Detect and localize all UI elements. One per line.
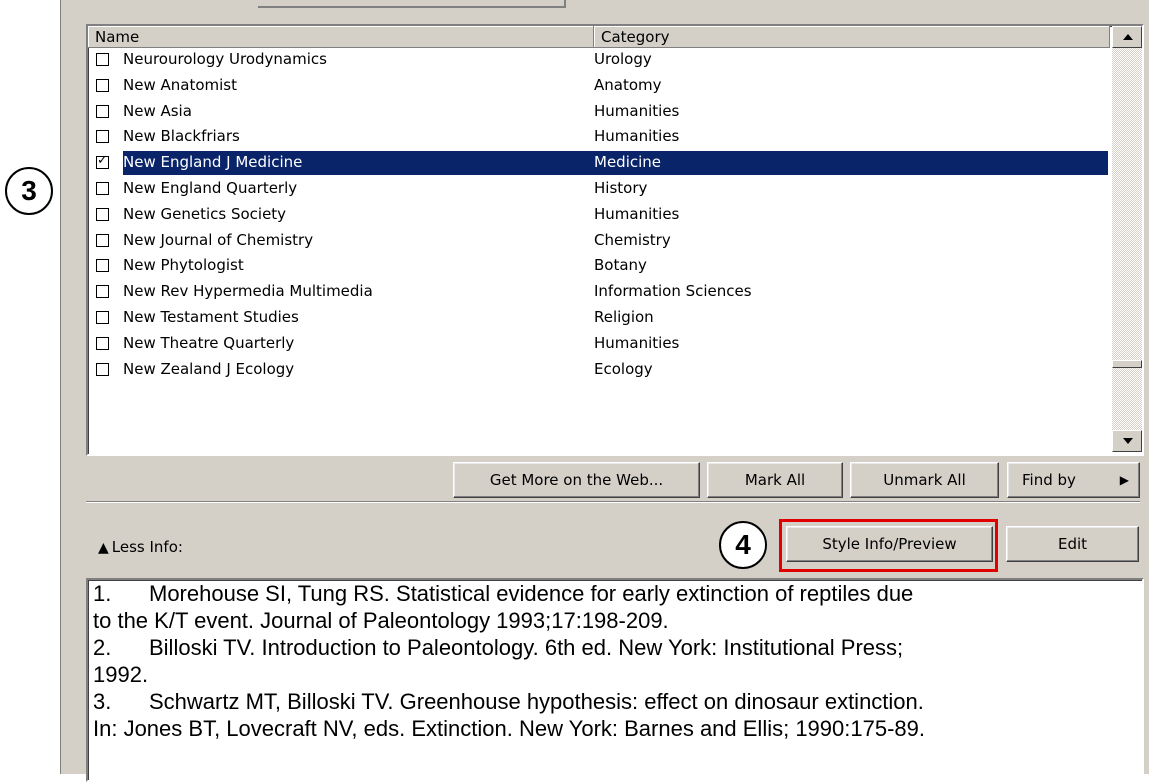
list-item-name: New Theatre Quarterly xyxy=(123,333,295,352)
reference-line: to the K/T event. Journal of Paleontolog… xyxy=(88,607,1142,634)
list-item-category: Humanities xyxy=(594,333,680,352)
list-item-name: New Zealand J Ecology xyxy=(123,359,295,378)
list-rows: Neurourology Urodynamics Urology New Anato… xyxy=(88,48,1110,383)
list-item-name: New Blackfriars xyxy=(123,127,240,146)
reference-text: to the K/T event. Journal of Paleontolog… xyxy=(93,608,669,633)
list-scrollbar[interactable] xyxy=(1112,26,1142,452)
list-item-checkbox[interactable] xyxy=(96,233,109,247)
list-item-checkbox[interactable] xyxy=(96,285,109,299)
highlight-box xyxy=(779,519,998,572)
list-item-checkbox[interactable] xyxy=(96,153,109,170)
scroll-down-button[interactable] xyxy=(1112,430,1142,452)
collapse-up-icon: ▲ xyxy=(98,540,109,556)
list-item[interactable]: New England Quarterly History xyxy=(88,177,1110,203)
edit-button[interactable]: Edit xyxy=(1006,526,1139,562)
list-item-category: Anatomy xyxy=(594,75,662,94)
style-preview-pane: 1. Morehouse SI, Tung RS. Statistical evi… xyxy=(86,578,1144,782)
list-header: Name Category xyxy=(88,26,1110,48)
list-item-category: History xyxy=(594,178,648,197)
list-item-category: Religion xyxy=(594,307,654,326)
step-3-callout: 3 xyxy=(5,167,53,215)
less-info-toggle[interactable]: ▲ Less Info: xyxy=(98,538,183,556)
reference-line: 1. Morehouse SI, Tung RS. Statistical evi… xyxy=(88,580,1142,607)
list-item-checkbox[interactable] xyxy=(96,130,109,144)
scroll-up-icon xyxy=(1123,34,1133,40)
list-item-category: Information Sciences xyxy=(594,282,752,301)
reference-line: 3. Schwartz MT, Billoski TV. Greenhouse h… xyxy=(88,688,1142,715)
list-item-category: Botany xyxy=(594,256,647,275)
list-item-category: Chemistry xyxy=(594,230,671,249)
list-item[interactable]: New Genetics Society Humanities xyxy=(88,203,1110,229)
list-item-name: New England Quarterly xyxy=(123,178,298,197)
list-item[interactable]: New Asia Humanities xyxy=(88,100,1110,126)
reference-text: 1992. xyxy=(93,662,149,687)
list-item-checkbox[interactable] xyxy=(96,181,109,195)
list-item-checkbox[interactable] xyxy=(96,207,109,221)
list-item-checkbox[interactable] xyxy=(96,310,109,324)
list-item-name: New Rev Hypermedia Multimedia xyxy=(123,282,373,301)
list-item[interactable]: New Phytologist Botany xyxy=(88,254,1110,280)
scroll-thumb[interactable] xyxy=(1112,360,1142,368)
reference-line: In: Jones BT, Lovecraft NV, eds. Extinct… xyxy=(88,715,1142,742)
list-item-checkbox[interactable] xyxy=(96,259,109,273)
list-item[interactable]: New Theatre Quarterly Humanities xyxy=(88,332,1110,358)
list-item[interactable]: New Testament Studies Religion xyxy=(88,306,1110,332)
reference-text: Billoski TV. Introduction to Paleontolog… xyxy=(149,635,904,660)
list-item-checkbox[interactable] xyxy=(96,53,109,66)
list-item[interactable]: Neurourology Urodynamics Urology xyxy=(88,48,1110,74)
less-info-label: Less Info: xyxy=(111,538,183,556)
scroll-down-icon xyxy=(1123,438,1133,444)
list-item[interactable]: New Zealand J Ecology Ecology xyxy=(88,358,1110,384)
reference-line: 2. Billoski TV. Introduction to Paleontol… xyxy=(88,634,1142,661)
list-item-category: Ecology xyxy=(594,359,653,378)
unmark-all-label: Unmark All xyxy=(883,471,966,489)
mark-all-button[interactable]: Mark All xyxy=(707,462,843,498)
reference-text: Morehouse SI, Tung RS. Statistical evide… xyxy=(149,581,914,606)
list-item-checkbox[interactable] xyxy=(96,362,109,376)
column-header-name[interactable]: Name xyxy=(88,26,594,48)
mark-all-label: Mark All xyxy=(744,471,806,489)
list-item-category: Humanities xyxy=(594,101,680,120)
scroll-up-button[interactable] xyxy=(1112,26,1142,48)
column-header-category[interactable]: Category xyxy=(594,26,1110,48)
list-item-category: Medicine xyxy=(594,153,662,172)
unmark-all-button[interactable]: Unmark All xyxy=(850,462,999,498)
reference-number: 2. xyxy=(93,635,112,660)
reference-number: 1. xyxy=(93,581,112,606)
list-item-name: New Anatomist xyxy=(123,75,237,94)
list-item-checkbox[interactable] xyxy=(96,336,109,350)
find-by-label: Find by xyxy=(1022,471,1076,489)
list-item[interactable]: New Journal of Chemistry Chemistry xyxy=(88,229,1110,255)
list-item-checkbox[interactable] xyxy=(96,78,109,92)
list-item[interactable]: New England J Medicine Medicine xyxy=(88,151,1110,177)
get-more-on-web-button[interactable]: Get More on the Web... xyxy=(453,462,700,498)
list-item-name: New Journal of Chemistry xyxy=(123,230,314,249)
top-tab-fragment xyxy=(258,0,566,8)
list-item-name: New Genetics Society xyxy=(123,204,287,223)
section-divider xyxy=(86,501,1140,503)
find-by-button[interactable]: Find by ▶ xyxy=(1007,462,1140,498)
list-item-name: New England J Medicine xyxy=(123,153,303,172)
list-item[interactable]: New Blackfriars Humanities xyxy=(88,125,1110,151)
reference-text: In: Jones BT, Lovecraft NV, eds. Extinct… xyxy=(93,716,925,741)
list-item-name: New Testament Studies xyxy=(123,307,299,326)
list-item-name: Neurourology Urodynamics xyxy=(123,50,327,68)
list-item-name: New Asia xyxy=(123,101,192,120)
reference-text: Schwartz MT, Billoski TV. Greenhouse hyp… xyxy=(149,689,924,714)
list-item[interactable]: New Rev Hypermedia Multimedia Information… xyxy=(88,280,1110,306)
reference-number: 3. xyxy=(93,689,112,714)
list-item[interactable]: New Anatomist Anatomy xyxy=(88,74,1110,100)
list-item-name: New Phytologist xyxy=(123,256,244,275)
list-item-category: Urology xyxy=(594,50,652,68)
reference-line: 1992. xyxy=(88,661,1142,688)
journal-list[interactable]: Name Category Neurourology Urodynamics Ur… xyxy=(86,24,1144,456)
find-by-arrow-icon: ▶ xyxy=(1119,473,1129,487)
list-item-checkbox[interactable] xyxy=(96,104,109,118)
step-4-callout: 4 xyxy=(719,521,767,569)
list-item-category: Humanities xyxy=(594,127,680,146)
list-item-category: Humanities xyxy=(594,204,680,223)
